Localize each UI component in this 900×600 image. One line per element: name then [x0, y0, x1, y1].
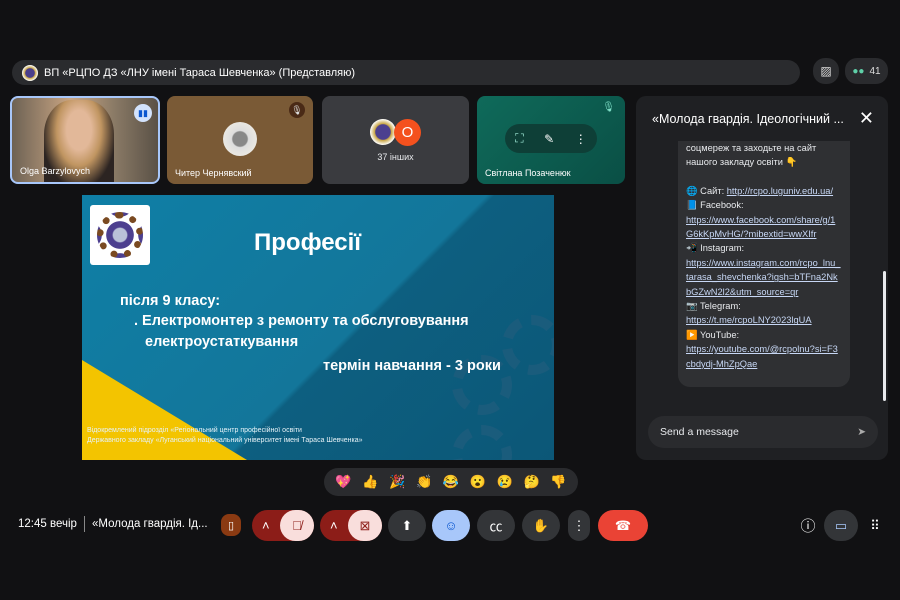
facebook-link[interactable]: https://www.facebook.com/share/g/1G6kKpM… [686, 215, 835, 239]
participant-name: Olga Barzylovych [20, 166, 91, 176]
reaction-thumbs-down[interactable]: 👎 [550, 474, 566, 490]
org-logo-icon [22, 64, 38, 81]
avatar [370, 119, 396, 145]
tile-actions: ⛶ ✎ ⋮ [505, 124, 597, 153]
hand-icon: ✋ [532, 517, 550, 533]
reactions-button[interactable]: ☺ [432, 510, 470, 541]
more-options-button[interactable]: ⋮ [568, 510, 590, 541]
message-input[interactable]: Send a message ➤ [648, 416, 878, 448]
slide-title: Професії [254, 229, 362, 256]
college-seal-logo [90, 205, 150, 265]
activities-button[interactable]: ⠿ [864, 510, 886, 541]
message-text: нашого закладу освіти 👇 [686, 157, 798, 168]
mic-off-icon: 🎙̸ [292, 518, 302, 533]
slide-text: . Електромонтер з ремонту та обслуговува… [134, 313, 469, 329]
slide-text: після 9 класу: [120, 293, 221, 309]
chat-title: «Молода гвардія. Ідеологічний ... [652, 112, 844, 126]
avatar [223, 122, 257, 156]
participant-tile[interactable]: ▮▮ Olga Barzylovych [10, 96, 160, 184]
participant-name: Читер Чернявский [175, 168, 252, 178]
meeting-title-bar: ВП «РЦПО ДЗ «ЛНУ імені Тараса Шевченка» … [12, 60, 800, 85]
door-icon[interactable]: ▯ [221, 514, 241, 536]
more-icon[interactable]: ⋮ [575, 132, 587, 146]
chat-button[interactable]: ▭ [824, 510, 858, 541]
participant-name: Світлана Позаченюк [485, 168, 571, 178]
youtube-label: ▶️ YouTube: [686, 329, 740, 340]
mic-off-icon: 🎙 [289, 102, 305, 118]
chat-message: соцмереж та заходьте на сайт нашого закл… [678, 141, 850, 387]
reaction-clap[interactable]: 👏 [416, 474, 432, 490]
telegram-link[interactable]: https://t.me/rcpoLNY2023lgUA [686, 315, 812, 325]
participant-tile[interactable]: O 37 інших [322, 96, 469, 184]
message-text: соцмереж та заходьте на сайт [686, 143, 817, 153]
reaction-laugh[interactable]: 😂 [443, 474, 459, 490]
reaction-party[interactable]: 🎉 [389, 474, 405, 490]
reaction-thumbs-up[interactable]: 👍 [362, 474, 378, 490]
participant-count: 41 [869, 65, 881, 77]
slide-text: електроустаткування [145, 334, 299, 350]
chevron-up-icon: ˄ [330, 518, 338, 533]
pin-icon[interactable]: ✎ [544, 132, 554, 146]
mic-off-icon: 🎙 [602, 102, 615, 113]
reaction-surprised[interactable]: 😮 [470, 474, 486, 490]
slide-footer: Державного закладу «Луганський національ… [87, 437, 363, 444]
present-button[interactable]: ⬆ [388, 510, 426, 541]
no-recording-icon[interactable]: ▨ [813, 58, 839, 84]
slide-text: термін навчання - 3 роки [323, 358, 501, 374]
presentation-slide: Професії після 9 класу: . Електромонтер … [82, 195, 554, 460]
divider [84, 516, 85, 532]
slide-footer: Відокремлений підрозділ «Регіональний це… [87, 427, 302, 434]
more-vert-icon: ⋮ [572, 517, 586, 533]
instagram-label: 📲 Instagram: [686, 243, 745, 254]
camera-off-button[interactable]: ⊠ [348, 510, 382, 541]
captions-icon: ㏄ [489, 519, 503, 534]
meeting-title: ВП «РЦПО ДЗ «ЛНУ імені Тараса Шевченка» … [44, 66, 356, 79]
chat-icon: ▭ [834, 517, 848, 533]
reaction-sad[interactable]: 😢 [497, 474, 513, 490]
frame-icon[interactable]: ⛶ [515, 131, 523, 146]
close-icon[interactable]: ✕ [859, 108, 874, 129]
clock: 12:45 вечір [18, 518, 77, 530]
telegram-label: 📷 Telegram: [686, 301, 741, 312]
info-icon: ⓘ [800, 518, 816, 535]
site-label: 🌐 Сайт: [686, 185, 727, 196]
send-icon[interactable]: ➤ [857, 426, 866, 438]
reactions-bar: 💖 👍 🎉 👏 😂 😮 😢 🤔 👎 [324, 468, 578, 496]
reaction-thinking[interactable]: 🤔 [523, 474, 539, 490]
facebook-label: 📘 Facebook: [686, 200, 744, 211]
raise-hand-button[interactable]: ✋ [522, 510, 560, 541]
participants-button[interactable]: ●● 41 [845, 58, 888, 84]
participant-tile[interactable]: ⛶ ✎ ⋮ 🎙 Світлана Позаченюк [477, 96, 625, 184]
participant-tile[interactable]: 🎙 Читер Чернявский [167, 96, 313, 184]
instagram-link[interactable]: https://www.instagram.com/rcpo_lnu_taras… [686, 258, 841, 297]
avatar-letter: O [394, 119, 421, 146]
leave-call-button[interactable]: ☎ [598, 510, 648, 541]
people-icon: ●● [852, 65, 865, 77]
apps-grid-icon: ⠿ [870, 517, 880, 533]
chevron-up-icon: ˄ [262, 518, 270, 533]
message-placeholder: Send a message [660, 426, 739, 438]
meeting-title-short: «Молода гвардія. Ід... [92, 518, 208, 530]
emoji-icon: ☺ [444, 518, 458, 533]
youtube-link[interactable]: https://youtube.com/@rcpolnu?si=F3cbdydj… [686, 344, 838, 368]
hang-up-icon: ☎ [614, 517, 632, 533]
chat-scrollbar[interactable] [883, 271, 886, 401]
speaking-icon: ▮▮ [134, 104, 152, 122]
site-link[interactable]: http://rcpo.luguniv.edu.ua/ [727, 186, 833, 196]
chat-panel: «Молода гвардія. Ідеологічний ... ✕ соцм… [636, 96, 888, 460]
mic-off-button[interactable]: 🎙̸ [280, 510, 314, 541]
others-count: 37 інших [377, 152, 414, 162]
present-screen-icon: ⬆ [401, 517, 413, 533]
reaction-heart[interactable]: 💖 [335, 474, 351, 490]
camera-off-icon: ⊠ [359, 517, 371, 533]
meeting-info-button[interactable]: ⓘ [797, 510, 819, 541]
captions-button[interactable]: ㏄ [477, 510, 515, 541]
